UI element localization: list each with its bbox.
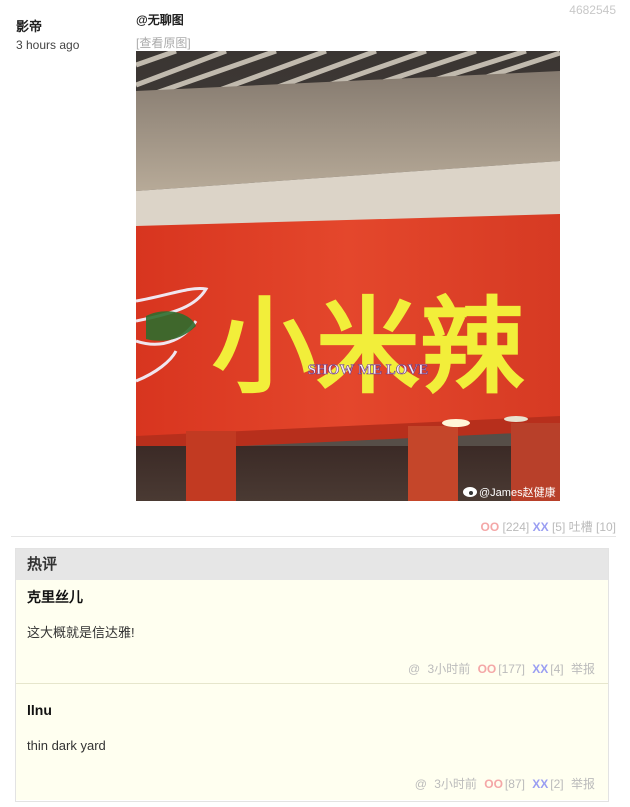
xx-count: [5]	[551, 520, 566, 534]
comment-time: 3小时前	[434, 777, 477, 791]
comment-item: llnu thin dark yard @ 3小时前 OO [87] XX [2] …	[16, 684, 608, 800]
comment-author[interactable]: llnu	[27, 702, 52, 718]
category-mention[interactable]: @无聊图	[136, 11, 566, 28]
report-button[interactable]: 举报	[571, 662, 595, 676]
comment-author[interactable]: 克里丝儿	[27, 587, 83, 607]
oo-button[interactable]: OO	[478, 662, 497, 676]
post-author: 影帝 3 hours ago	[16, 16, 79, 52]
divider	[11, 536, 616, 537]
post-time: 3 hours ago	[16, 38, 80, 52]
post-votes: OO [224] XX [5] 吐槽 [10]	[481, 518, 616, 535]
hot-comments-title: 热评	[16, 549, 608, 580]
post-image[interactable]: 小米辣 SHOW ME LOVE @James赵健康	[136, 51, 560, 501]
tucao-button[interactable]: 吐槽	[569, 520, 593, 534]
reply-at-button[interactable]: @	[415, 777, 427, 791]
comment-text: thin dark yard	[27, 738, 106, 753]
report-button[interactable]: 举报	[571, 777, 595, 791]
reply-at-button[interactable]: @	[408, 662, 420, 676]
oo-button[interactable]: OO	[484, 777, 503, 791]
hot-comments: 热评 克里丝儿 这大概就是信达雅! @ 3小时前 OO [177] XX [4] 举…	[15, 548, 609, 802]
comment-meta: @ 3小时前 OO [87] XX [2] 举报	[411, 775, 595, 792]
view-original-link[interactable]: [查看原图]	[136, 34, 566, 51]
post-id: 4682545	[569, 3, 616, 17]
sign-sub-text: SHOW ME LOVE	[308, 362, 429, 378]
xx-button[interactable]: XX	[532, 777, 548, 791]
comment-time: 3小时前	[427, 662, 471, 676]
post-content: @无聊图 [查看原图]	[136, 11, 566, 51]
oo-count: [224]	[502, 520, 530, 534]
author-name[interactable]: 影帝	[16, 16, 79, 35]
oo-count: [87]	[504, 777, 525, 791]
comment-meta: @ 3小时前 OO [177] XX [4] 举报	[404, 660, 595, 677]
xx-button[interactable]: XX	[532, 662, 548, 676]
comment-text: 这大概就是信达雅!	[27, 625, 135, 640]
tucao-count: [10]	[595, 520, 616, 534]
oo-count: [177]	[498, 662, 525, 676]
comment-item: 克里丝儿 这大概就是信达雅! @ 3小时前 OO [177] XX [4] 举报	[16, 580, 608, 684]
xx-count: [4]	[550, 662, 564, 676]
xx-count: [2]	[550, 777, 564, 791]
sign-main-text: 小米辣	[212, 285, 525, 408]
xx-button[interactable]: XX	[533, 520, 549, 534]
image-watermark: @James赵健康	[479, 485, 556, 499]
oo-button[interactable]: OO	[481, 520, 500, 534]
weibo-icon	[463, 487, 477, 497]
